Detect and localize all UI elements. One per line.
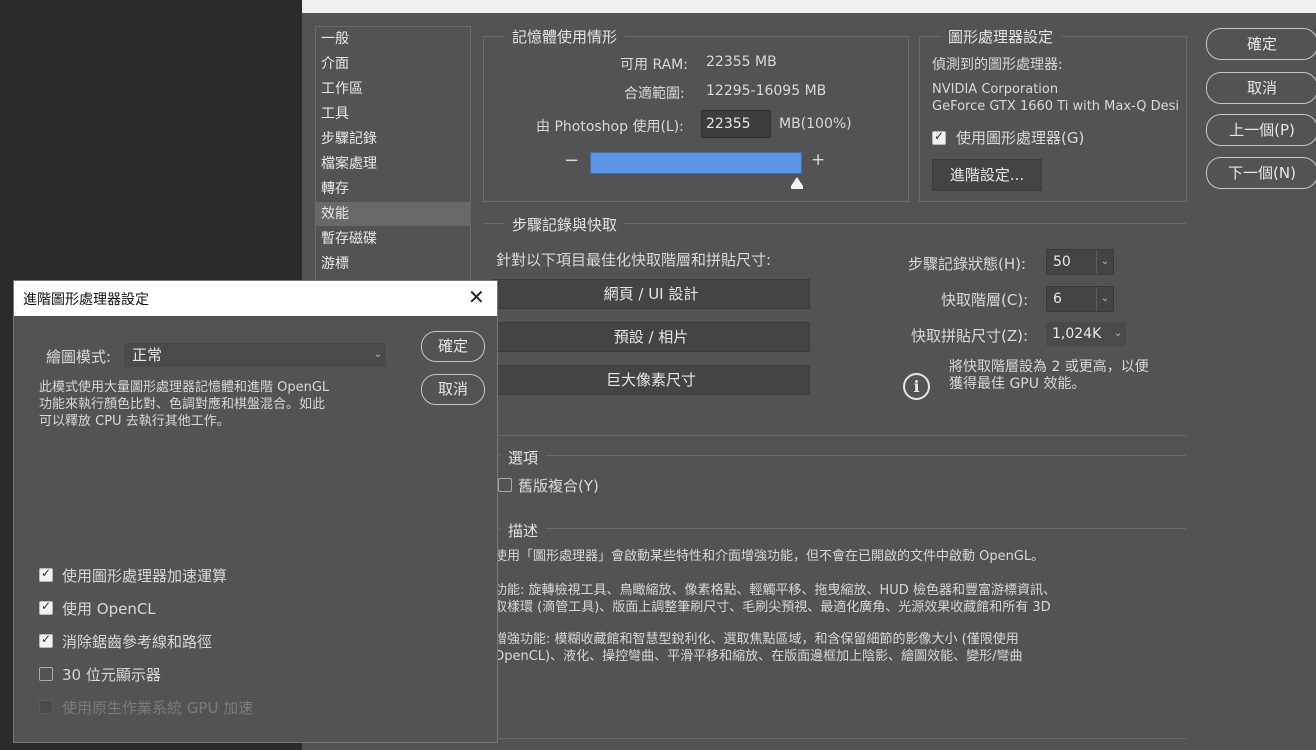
memory-usage-group: 記憶體使用情形 可用 RAM: 22355 MB 合適範圍: 12295-160… bbox=[483, 26, 909, 202]
tile-size-label: 快取拼貼尺寸(Z): bbox=[911, 327, 1029, 345]
description-title: 描述 bbox=[500, 520, 547, 541]
30bit-display-label: 30 位元顯示器 bbox=[62, 666, 161, 684]
ram-slider-track[interactable] bbox=[590, 152, 802, 174]
sidebar-item-export[interactable]: 轉存 bbox=[321, 177, 471, 201]
draw-mode-dropdown[interactable]: 正常 ⌄ bbox=[124, 343, 386, 367]
advanced-cancel-button[interactable]: 取消 bbox=[421, 374, 485, 405]
chevron-down-icon: ⌄ bbox=[373, 349, 383, 360]
sidebar-item-performance[interactable]: 效能 bbox=[316, 202, 471, 226]
detected-gpu-label: 偵測到的圖形處理器: bbox=[932, 57, 1063, 73]
preset-default-photo-button[interactable]: 預設 / 相片 bbox=[492, 322, 810, 352]
info-icon: i bbox=[903, 373, 930, 400]
sidebar-item-history[interactable]: 步驟記錄 bbox=[321, 127, 471, 151]
antialias-label: 消除鋸齒參考線和路徑 bbox=[62, 633, 213, 651]
photoshop-use-label: 由 Photoshop 使用(L): bbox=[536, 119, 684, 135]
tile-size-value: 1,024K bbox=[1052, 326, 1102, 342]
description-line-1: 使用「圖形處理器」會啟動某些特性和介面增強功能，但不會在已開啟的文件中啟動 Op… bbox=[494, 549, 1045, 564]
ideal-range-value: 12295-16095 MB bbox=[706, 83, 827, 99]
native-gpu-label: 使用原生作業系統 GPU 加速 bbox=[62, 699, 254, 717]
chevron-down-icon: ⌄ bbox=[1096, 250, 1113, 274]
advanced-settings-button[interactable]: 進階設定... bbox=[932, 159, 1042, 191]
ram-slider-handle-base bbox=[791, 186, 803, 189]
native-gpu-checkbox bbox=[39, 700, 53, 714]
history-states-dropdown[interactable]: 50 ⌄ bbox=[1046, 249, 1114, 275]
close-icon[interactable]: ✕ bbox=[468, 285, 485, 309]
sidebar-item-cursors[interactable]: 游標 bbox=[321, 252, 471, 276]
sidebar-item-workspace[interactable]: 工作區 bbox=[321, 77, 471, 101]
opencl-checkbox[interactable] bbox=[39, 599, 53, 615]
gpu-model: GeForce GTX 1660 Ti with Max-Q Desi bbox=[932, 99, 1179, 114]
options-top-divider bbox=[484, 435, 1186, 436]
history-cache-title: 步驟記錄與快取 bbox=[504, 214, 626, 235]
chevron-down-icon: ⌄ bbox=[1113, 328, 1123, 339]
opencl-label: 使用 OpenCL bbox=[62, 600, 156, 618]
chevron-down-icon: ⌄ bbox=[1096, 287, 1113, 311]
description-line-5: OpenCL)、液化、操控彎曲、平滑平移和縮放、在版面邊框加上陰影、繪圖效能、變… bbox=[494, 649, 1023, 664]
gpu-compute-label: 使用圖形處理器加速運算 bbox=[62, 567, 228, 585]
available-ram-label: 可用 RAM: bbox=[620, 57, 688, 73]
advanced-gpu-dialog: 進階圖形處理器設定 ✕ 繪圖模式: 正常 ⌄ 此模式使用大量圖形處理器記憶體和進… bbox=[13, 280, 498, 743]
sidebar-item-file-handling[interactable]: 檔案處理 bbox=[321, 152, 471, 176]
cache-levels-label: 快取階層(C): bbox=[941, 291, 1029, 309]
preset-web-ui-button[interactable]: 網頁 / UI 設計 bbox=[492, 279, 810, 309]
gpu-settings-group: 圖形處理器設定 偵測到的圖形處理器: NVIDIA Corporation Ge… bbox=[919, 26, 1187, 202]
ram-use-unit: MB(100%) bbox=[779, 116, 852, 132]
plus-icon[interactable]: + bbox=[811, 150, 825, 170]
legacy-compositing-checkbox[interactable] bbox=[498, 478, 512, 492]
description-divider bbox=[484, 528, 1186, 529]
sidebar-item-general[interactable]: 一般 bbox=[321, 27, 471, 51]
history-states-value: 50 bbox=[1053, 254, 1071, 270]
options-title: 選項 bbox=[500, 447, 547, 468]
advanced-dialog-title: 進階圖形處理器設定 bbox=[23, 292, 149, 308]
prev-button[interactable]: 上一個(P) bbox=[1206, 114, 1316, 146]
gpu-settings-title: 圖形處理器設定 bbox=[940, 26, 1062, 47]
history-states-label: 步驟記錄狀態(H): bbox=[908, 255, 1027, 273]
preferences-titlebar bbox=[302, 0, 1316, 13]
advanced-dialog-titlebar: 進階圖形處理器設定 ✕ bbox=[14, 281, 497, 316]
available-ram-value: 22355 MB bbox=[706, 54, 777, 70]
legacy-compositing-label: 舊版複合(Y) bbox=[518, 477, 599, 495]
sidebar-item-interface[interactable]: 介面 bbox=[321, 52, 471, 76]
cache-info-text-2: 獲得最佳 GPU 效能。 bbox=[949, 376, 1086, 392]
optimize-cache-label: 針對以下項目最佳化快取階層和拼貼尺寸: bbox=[496, 251, 772, 269]
preset-huge-pixel-button[interactable]: 巨大像素尺寸 bbox=[492, 365, 810, 395]
minus-icon[interactable]: − bbox=[564, 150, 579, 171]
draw-mode-label: 繪圖模式: bbox=[46, 348, 112, 366]
use-gpu-label: 使用圖形處理器(G) bbox=[956, 129, 1085, 147]
ram-use-input[interactable]: 22355 bbox=[701, 110, 771, 138]
gpu-compute-checkbox[interactable] bbox=[39, 566, 53, 582]
draw-mode-value: 正常 bbox=[132, 346, 163, 364]
description-line-3: 取樣環 (滴管工具)、版面上調整筆刷尺寸、毛刷尖預視、最適化廣角、光源效果收藏館… bbox=[494, 600, 1051, 615]
memory-usage-title: 記憶體使用情形 bbox=[504, 26, 626, 47]
draw-mode-desc-3: 可以釋放 CPU 去執行其他工作。 bbox=[39, 414, 230, 429]
use-gpu-checkbox[interactable] bbox=[932, 129, 946, 145]
cache-levels-value: 6 bbox=[1053, 291, 1062, 307]
antialias-checkbox[interactable] bbox=[39, 632, 53, 648]
sidebar-item-scratch-disks[interactable]: 暫存磁碟 bbox=[321, 227, 471, 251]
gpu-vendor: NVIDIA Corporation bbox=[932, 82, 1059, 97]
options-divider bbox=[484, 455, 1186, 456]
cancel-button[interactable]: 取消 bbox=[1206, 72, 1316, 104]
next-button[interactable]: 下一個(N) bbox=[1206, 157, 1316, 189]
30bit-display-checkbox[interactable] bbox=[39, 667, 53, 681]
sidebar-item-tools[interactable]: 工具 bbox=[321, 102, 471, 126]
bottom-divider bbox=[484, 738, 1186, 739]
advanced-ok-button[interactable]: 確定 bbox=[421, 331, 485, 362]
ideal-range-label: 合適範圍: bbox=[624, 86, 685, 102]
tile-size-dropdown[interactable]: 1,024K ⌄ bbox=[1046, 322, 1126, 346]
ram-slider-handle[interactable] bbox=[791, 177, 803, 186]
cache-levels-dropdown[interactable]: 6 ⌄ bbox=[1046, 286, 1114, 312]
ok-button[interactable]: 確定 bbox=[1206, 28, 1316, 60]
